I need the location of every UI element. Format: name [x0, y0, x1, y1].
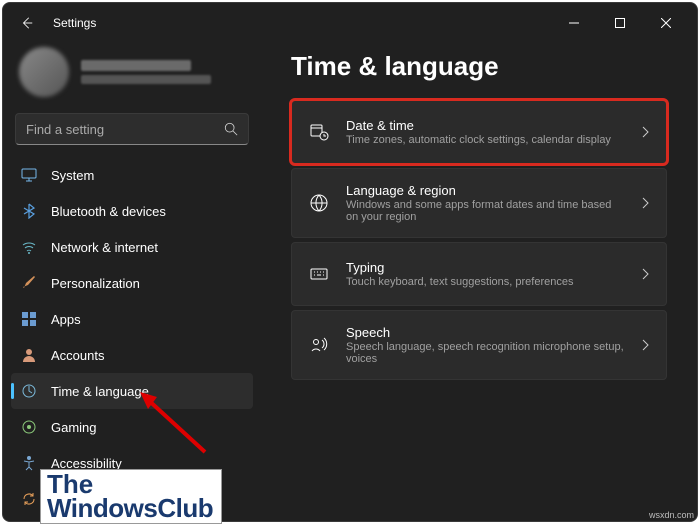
- sidebar-item-network[interactable]: Network & internet: [11, 229, 253, 265]
- gaming-icon: [21, 419, 37, 435]
- card-sub: Speech language, speech recognition micr…: [346, 341, 624, 365]
- back-button[interactable]: [11, 7, 43, 39]
- sidebar-item-label: Apps: [51, 312, 81, 327]
- sidebar-item-label: Time & language: [51, 384, 149, 399]
- page-title: Time & language: [291, 51, 667, 82]
- chevron-right-icon: [640, 196, 650, 210]
- card-title: Language & region: [346, 183, 624, 198]
- maximize-icon: [615, 18, 625, 28]
- card-body: Language & region Windows and some apps …: [346, 183, 624, 223]
- profile-text: [81, 60, 245, 84]
- calendar-clock-icon: [308, 121, 330, 143]
- sidebar-item-apps[interactable]: Apps: [11, 301, 253, 337]
- avatar: [19, 47, 69, 97]
- chevron-right-icon: [640, 338, 650, 352]
- search-input[interactable]: [26, 122, 224, 137]
- sidebar-item-label: Accounts: [51, 348, 104, 363]
- profile-name: [81, 60, 191, 71]
- card-body: Speech Speech language, speech recogniti…: [346, 325, 624, 365]
- watermark-line2: WindowsClub: [47, 496, 213, 521]
- search-box[interactable]: [15, 113, 249, 145]
- sidebar-item-label: Gaming: [51, 420, 97, 435]
- site-watermark: wsxdn.com: [649, 510, 694, 520]
- sidebar-item-gaming[interactable]: Gaming: [11, 409, 253, 445]
- profile-email: [81, 75, 211, 84]
- card-body: Typing Touch keyboard, text suggestions,…: [346, 260, 624, 288]
- bluetooth-icon: [21, 203, 37, 219]
- window-title: Settings: [53, 16, 551, 30]
- keyboard-icon: [308, 263, 330, 285]
- sidebar-item-personalization[interactable]: Personalization: [11, 265, 253, 301]
- chevron-right-icon: [640, 125, 650, 139]
- content: System Bluetooth & devices Network & int…: [3, 43, 697, 521]
- settings-window: Settings System: [2, 2, 698, 522]
- brush-icon: [21, 275, 37, 291]
- update-icon: [21, 491, 37, 507]
- sidebar-item-system[interactable]: System: [11, 157, 253, 193]
- maximize-button[interactable]: [597, 7, 643, 39]
- minimize-button[interactable]: [551, 7, 597, 39]
- search-icon: [224, 122, 238, 136]
- card-language-region[interactable]: Language & region Windows and some apps …: [291, 168, 667, 238]
- main: Time & language Date & time Time zones, …: [261, 43, 697, 521]
- card-sub: Touch keyboard, text suggestions, prefer…: [346, 276, 624, 288]
- sidebar-item-label: Personalization: [51, 276, 140, 291]
- apps-icon: [21, 311, 37, 327]
- close-button[interactable]: [643, 7, 689, 39]
- globe-clock-icon: [21, 383, 37, 399]
- card-sub: Time zones, automatic clock settings, ca…: [346, 134, 624, 146]
- card-sub: Windows and some apps format dates and t…: [346, 199, 624, 223]
- titlebar: Settings: [3, 3, 697, 43]
- card-body: Date & time Time zones, automatic clock …: [346, 118, 624, 146]
- card-speech[interactable]: Speech Speech language, speech recogniti…: [291, 310, 667, 380]
- sidebar: System Bluetooth & devices Network & int…: [3, 43, 261, 521]
- close-icon: [661, 18, 671, 28]
- profile[interactable]: [11, 43, 253, 109]
- arrow-left-icon: [20, 16, 34, 30]
- wifi-icon: [21, 239, 37, 255]
- chevron-right-icon: [640, 267, 650, 281]
- card-title: Speech: [346, 325, 624, 340]
- card-date-time[interactable]: Date & time Time zones, automatic clock …: [291, 100, 667, 164]
- minimize-icon: [569, 18, 579, 28]
- sidebar-item-time-language[interactable]: Time & language: [11, 373, 253, 409]
- card-title: Date & time: [346, 118, 624, 133]
- watermark: The WindowsClub: [40, 469, 222, 524]
- speech-icon: [308, 334, 330, 356]
- system-icon: [21, 167, 37, 183]
- accessibility-icon: [21, 455, 37, 471]
- sidebar-item-accounts[interactable]: Accounts: [11, 337, 253, 373]
- nav: System Bluetooth & devices Network & int…: [11, 157, 253, 521]
- sidebar-item-label: Network & internet: [51, 240, 158, 255]
- sidebar-item-bluetooth[interactable]: Bluetooth & devices: [11, 193, 253, 229]
- person-icon: [21, 347, 37, 363]
- sidebar-item-label: System: [51, 168, 94, 183]
- window-controls: [551, 7, 689, 39]
- sidebar-item-label: Bluetooth & devices: [51, 204, 166, 219]
- globe-icon: [308, 192, 330, 214]
- card-title: Typing: [346, 260, 624, 275]
- card-typing[interactable]: Typing Touch keyboard, text suggestions,…: [291, 242, 667, 306]
